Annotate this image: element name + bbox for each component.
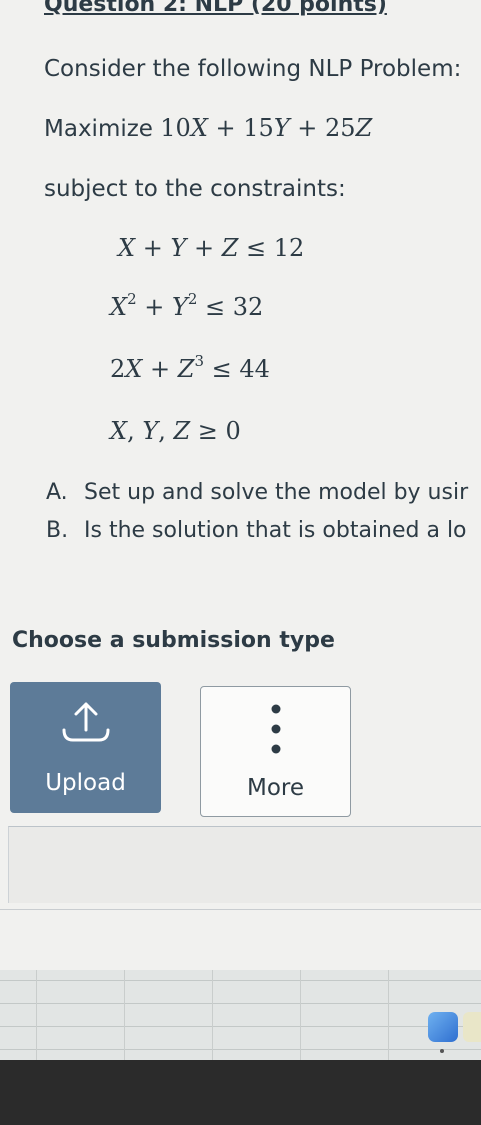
screen-bezel (0, 1060, 481, 1125)
spreadsheet-strip (0, 970, 481, 1060)
part-a-label: A. (46, 480, 68, 505)
part-a-text: Set up and solve the model by usir (84, 480, 469, 505)
objective-expression: 10X + 15Y + 25Z (160, 114, 373, 142)
grid-line (388, 970, 389, 1060)
grid-line (212, 970, 213, 1060)
part-b: B. Is the solution that is obtained a lo (46, 514, 481, 552)
more-dots-icon (271, 704, 280, 754)
question-parts: A. Set up and solve the model by usir B. I… (46, 476, 481, 552)
constraints-intro: subject to the constraints: (44, 176, 346, 202)
submission-panel (8, 826, 481, 903)
more-button[interactable]: More (200, 686, 351, 817)
part-b-label: B. (46, 518, 69, 543)
objective-function: Maximize 10X + 15Y + 25Z (44, 114, 372, 142)
constraint-2: X2 + Y2 ≤ 32 (110, 290, 264, 322)
part-a: A. Set up and solve the model by usir (46, 476, 481, 514)
grid-line (124, 970, 125, 1060)
upload-button[interactable]: Upload (10, 682, 161, 813)
question-title: Question 2: NLP (20 points) (44, 0, 387, 17)
grid-line (300, 970, 301, 1060)
upload-label: Upload (45, 770, 126, 796)
submission-type-heading: Choose a submission type (12, 628, 335, 653)
grid-line (0, 1003, 481, 1004)
objective-label: Maximize (44, 116, 153, 142)
upload-icon (62, 702, 109, 742)
question-intro: Consider the following NLP Problem: (44, 56, 462, 82)
dock-running-indicator (440, 1049, 444, 1053)
grid-line (0, 1026, 481, 1027)
grid-line (0, 1049, 481, 1050)
dock-app-icon[interactable] (428, 1012, 458, 1042)
content-divider (0, 909, 481, 910)
dock-app-icon[interactable] (463, 1012, 481, 1042)
assignment-page: Question 2: NLP (20 points) Consider the… (0, 0, 481, 1125)
grid-line (0, 980, 481, 981)
constraint-1: X + Y + Z ≤ 12 (118, 234, 305, 262)
grid-line (36, 970, 37, 1060)
part-b-text: Is the solution that is obtained a lo (84, 518, 467, 543)
constraint-3: 2X + Z3 ≤ 44 (110, 352, 270, 384)
more-label: More (246, 775, 305, 801)
constraint-nonnegativity: X, Y, Z ≥ 0 (110, 417, 241, 445)
